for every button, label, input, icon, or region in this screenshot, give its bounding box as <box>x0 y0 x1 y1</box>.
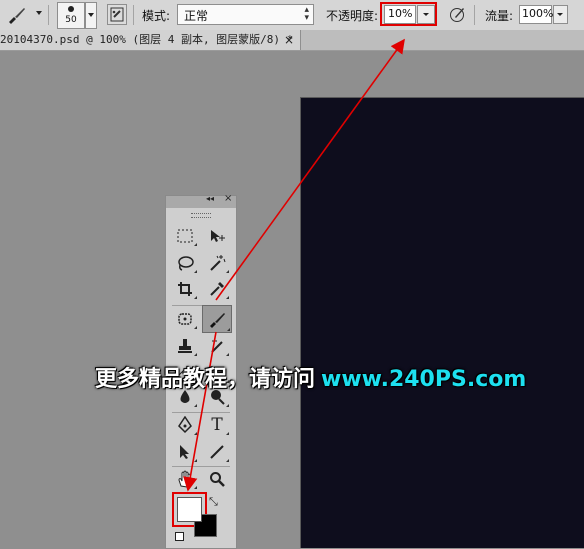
tablet-pressure-opacity-button[interactable] <box>448 4 468 24</box>
type-tool[interactable]: T <box>204 414 230 436</box>
foreground-color-swatch[interactable] <box>177 497 202 522</box>
opacity-slider-button[interactable] <box>417 5 435 24</box>
chevron-down-icon <box>557 13 563 16</box>
spot-healing-brush-tool[interactable] <box>172 308 198 330</box>
document-tab[interactable]: 20104370.psd @ 100% (图层 4 副本, 图层蒙版/8) * … <box>0 30 301 50</box>
swap-colors-icon[interactable]: ⤡ <box>209 495 218 509</box>
flow-value: 100% <box>522 7 554 20</box>
opacity-value: 10% <box>388 7 413 20</box>
panel-grip-icon[interactable] <box>191 213 211 218</box>
mode-label: 模式: <box>142 9 171 23</box>
path-selection-arrow-icon <box>180 445 189 459</box>
type-t-icon: T <box>211 415 223 435</box>
separator <box>48 5 49 25</box>
history-brush-tool[interactable] <box>204 335 230 357</box>
hand-tool[interactable] <box>172 468 198 490</box>
opacity-input[interactable]: 10% <box>384 5 416 24</box>
tools-divider <box>172 466 230 467</box>
mode-select[interactable]: 正常 ▴ ▾ <box>177 4 314 25</box>
collapse-panel-icon[interactable]: ◂◂ <box>206 194 214 203</box>
rectangular-marquee-icon <box>177 229 193 243</box>
rectangular-marquee-tool[interactable] <box>172 225 198 247</box>
chevron-down-icon <box>423 13 429 16</box>
default-colors-icon[interactable] <box>175 532 184 541</box>
eyedropper-icon <box>210 282 224 296</box>
close-panel-icon[interactable]: × <box>224 193 232 204</box>
tool-preset-dropdown-icon[interactable] <box>36 11 42 15</box>
watermark-url: www.240PS.com <box>321 367 527 392</box>
document-canvas[interactable] <box>300 97 584 548</box>
tools-panel-header[interactable]: ◂◂ × <box>166 193 236 208</box>
line-tool[interactable] <box>204 441 230 463</box>
watermark: 更多精品教程，请访问 www.240PS.com <box>95 361 526 393</box>
pen-tool[interactable] <box>172 414 198 436</box>
tools-divider <box>172 412 230 413</box>
crop-tool[interactable] <box>172 278 198 300</box>
options-bar: 50 模式: 正常 ▴ ▾ 不透明度: 10% 流量: 100% <box>0 0 584 31</box>
healing-bandage-icon <box>178 313 192 325</box>
chevron-down-icon <box>88 13 94 17</box>
opacity-label: 不透明度: <box>326 9 379 23</box>
history-brush-icon <box>211 340 223 353</box>
magic-wand-icon <box>210 255 226 271</box>
line-icon <box>210 445 224 459</box>
flow-label: 流量: <box>485 9 514 23</box>
clone-stamp-tool[interactable] <box>172 335 198 357</box>
document-tab-bar: 20104370.psd @ 100% (图层 4 副本, 图层蒙版/8) * … <box>0 30 584 51</box>
brush-panel-toggle-button[interactable] <box>107 4 127 25</box>
move-arrow-icon <box>211 230 225 242</box>
magnifier-icon <box>210 472 225 487</box>
brush-tip-icon <box>68 6 74 12</box>
flow-input[interactable]: 100% <box>519 5 554 24</box>
brush-panel-icon <box>110 7 124 22</box>
stamp-icon <box>178 339 192 353</box>
brush-icon <box>210 313 225 328</box>
hand-icon <box>178 470 191 488</box>
magic-wand-tool[interactable] <box>204 252 230 274</box>
brush-tool[interactable] <box>202 305 232 333</box>
document-tab-title: 20104370.psd @ 100% (图层 4 副本, 图层蒙版/8) * <box>0 33 294 46</box>
pen-nib-icon <box>178 416 192 434</box>
move-tool[interactable] <box>204 225 230 247</box>
crop-icon <box>178 282 192 296</box>
lasso-tool[interactable] <box>172 252 198 274</box>
pressure-pen-icon <box>450 8 464 22</box>
chevron-updown-icon: ▴ ▾ <box>304 5 309 23</box>
mode-select-value: 正常 <box>184 9 209 23</box>
path-selection-tool[interactable] <box>172 441 198 463</box>
brush-size-picker[interactable]: 50 <box>57 2 85 29</box>
brush-picker-dropdown-button[interactable] <box>85 2 97 29</box>
flow-slider-button[interactable] <box>553 5 568 24</box>
watermark-text: 更多精品教程，请访问 <box>95 367 316 392</box>
lasso-icon <box>178 256 194 271</box>
eyedropper-tool[interactable] <box>204 278 230 300</box>
separator <box>474 5 475 25</box>
separator <box>133 5 134 25</box>
brush-size-value: 50 <box>65 15 77 25</box>
close-tab-icon[interactable]: × <box>284 30 294 50</box>
brush-tool-preset-icon[interactable] <box>6 5 28 25</box>
zoom-tool[interactable] <box>204 468 230 490</box>
